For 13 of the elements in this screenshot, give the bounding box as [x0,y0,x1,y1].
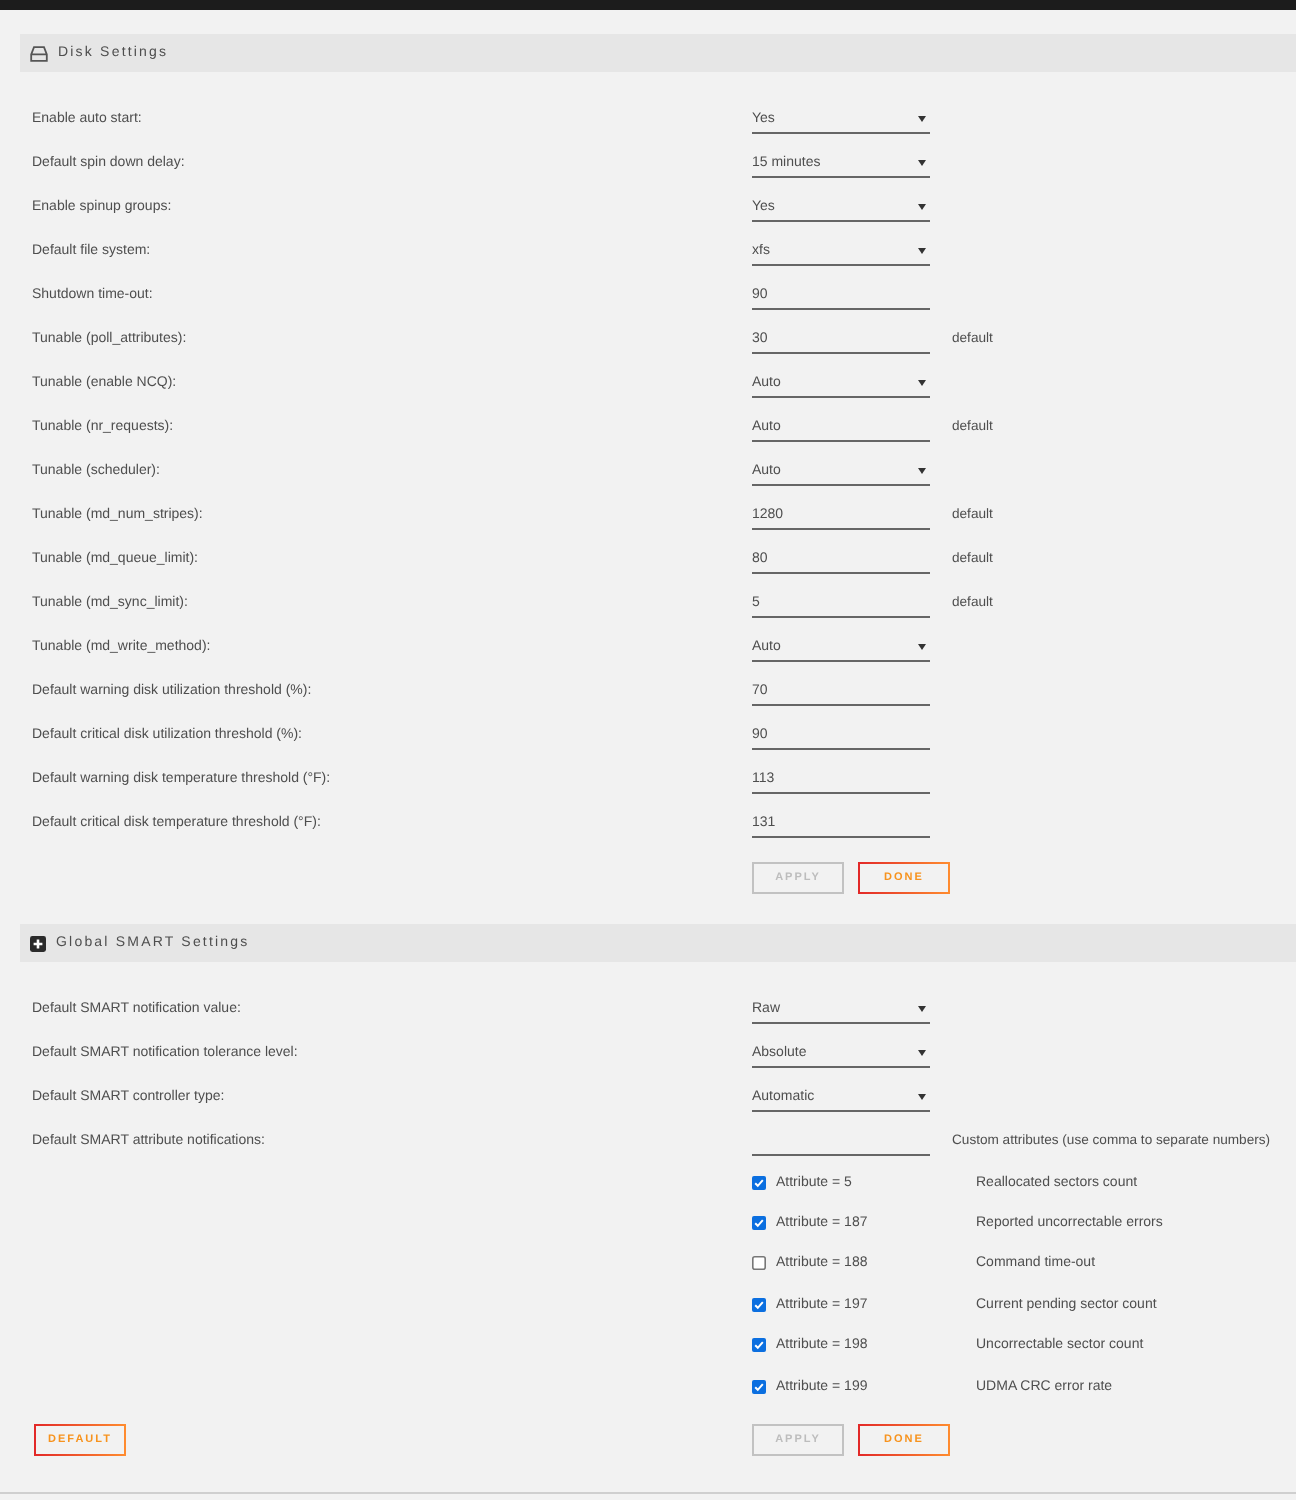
caret-icon [918,248,926,254]
caret-icon [918,1050,926,1056]
caret-icon [918,204,926,210]
caret-icon [918,380,926,386]
hard-drive-icon [30,45,48,61]
plus-square-icon [30,935,46,951]
caret-icon [918,644,926,650]
caret-icon [918,116,926,122]
checkbox[interactable] [752,1256,766,1271]
caret-icon [918,160,926,166]
caret-icon [918,1094,926,1100]
caret-icon [918,468,926,474]
caret-icon [918,1006,926,1012]
